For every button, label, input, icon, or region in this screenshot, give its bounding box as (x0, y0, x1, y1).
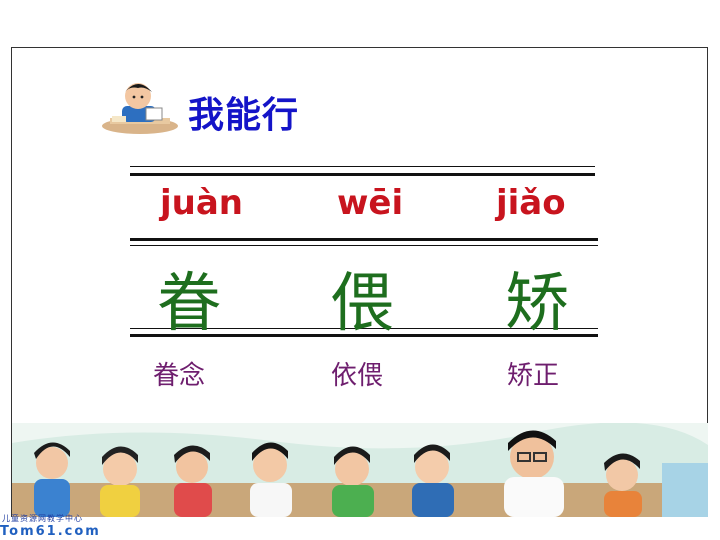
character-3: 矫 (505, 267, 569, 341)
logo-mark: Tom61.com (0, 524, 101, 539)
character-2: 偎 (330, 267, 394, 341)
logo-caption: 儿童资源网教学中心 (2, 514, 83, 523)
boy-reading-icon (102, 83, 178, 134)
word-1: 眷念 (153, 361, 206, 391)
table-rule-top-2 (130, 173, 595, 176)
table-rule-mid-1 (130, 238, 598, 241)
pinyin-2: wēi (337, 183, 404, 223)
pinyin-3: jiǎo (496, 183, 566, 223)
word-2: 依偎 (331, 361, 384, 391)
pinyin-1: juàn (160, 183, 244, 223)
children-illustration (12, 423, 708, 517)
word-3: 矫正 (507, 361, 560, 391)
table-rule-top-1 (130, 166, 595, 167)
table-rule-mid-2 (130, 245, 598, 246)
character-1: 眷 (157, 267, 221, 341)
page-title: 我能行 (188, 95, 300, 136)
